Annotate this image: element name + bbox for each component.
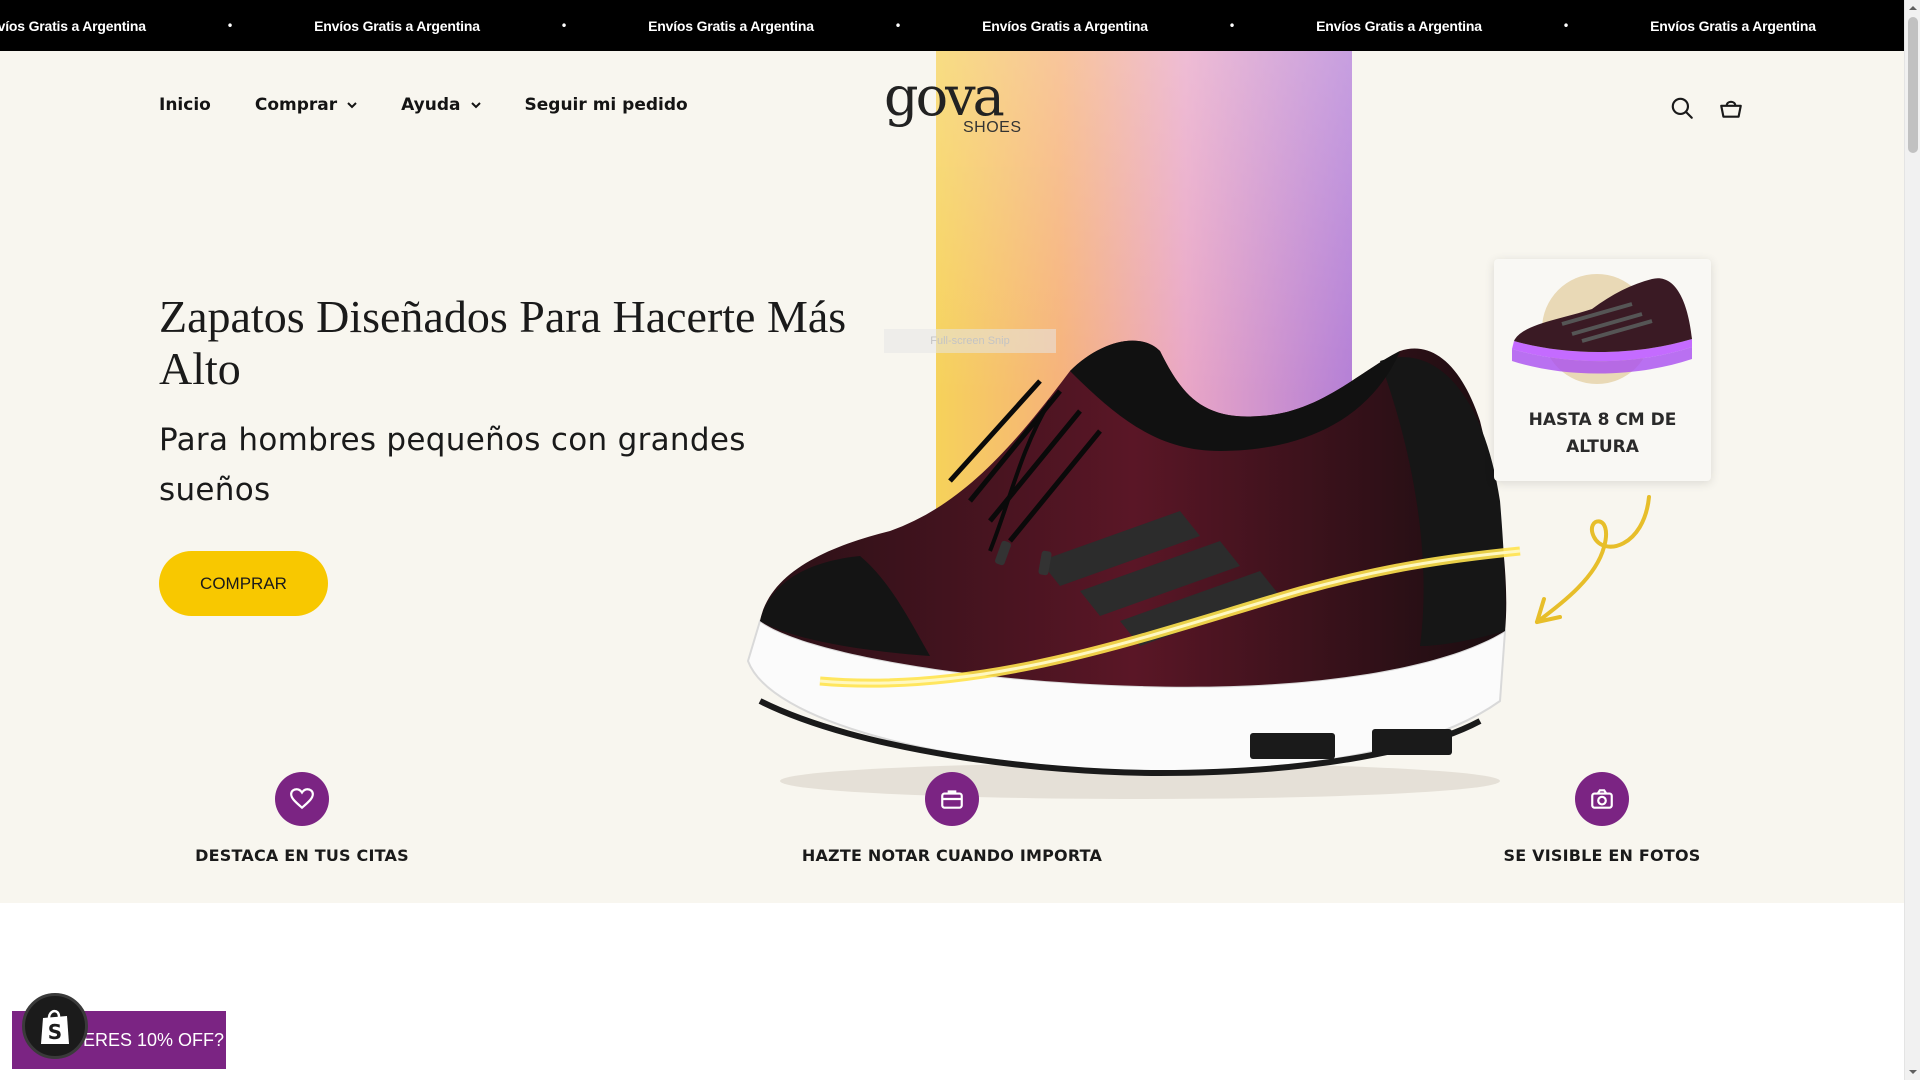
nav-item-label: Inicio xyxy=(159,95,211,115)
announcement-text: Envíos Gratis a Argentina xyxy=(0,17,146,34)
announcement-separator: • xyxy=(1228,18,1236,33)
height-feature-card: HASTA 8 CM DE ALTURA xyxy=(1494,259,1711,481)
nav-item-comprar[interactable]: Comprar xyxy=(255,95,357,115)
nav-item-seguir-pedido[interactable]: Seguir mi pedido xyxy=(525,95,688,115)
feature-dates: DESTACA EN TUS CITAS xyxy=(92,772,512,865)
scrollbar-thumb[interactable] xyxy=(1908,17,1918,153)
hero-subtitle: Para hombres pequeños con grandes sueños xyxy=(159,422,746,508)
announcement-separator: • xyxy=(226,18,234,33)
briefcase-icon xyxy=(925,772,979,826)
nav-item-label: Comprar xyxy=(254,95,338,115)
announcement-separator: • xyxy=(1562,18,1570,33)
hero-section: Inicio Comprar Ayuda Seguir mi pedido go… xyxy=(0,51,1904,903)
announcement-separator: • xyxy=(560,18,568,33)
chevron-down-icon xyxy=(470,102,481,109)
feature-label: DESTACA EN TUS CITAS xyxy=(195,846,409,865)
shopify-bag-icon[interactable]: S xyxy=(22,993,88,1059)
chevron-down-icon xyxy=(347,102,357,109)
announcement-text: Envíos Gratis a Argentina xyxy=(314,17,480,34)
shop-now-button[interactable]: COMPRAR xyxy=(159,551,328,616)
feature-important-moments: HAZTE NOTAR CUANDO IMPORTA xyxy=(742,772,1162,865)
announcement-separator: • xyxy=(894,18,902,33)
svg-text:S: S xyxy=(48,1020,62,1044)
cart-icon[interactable] xyxy=(1718,95,1744,121)
search-icon[interactable] xyxy=(1669,95,1695,121)
feature-photos: SE VISIBLE EN FOTOS xyxy=(1392,772,1812,865)
nav-item-ayuda[interactable]: Ayuda xyxy=(401,95,481,115)
announcement-bar: Envíos Gratis a Argentina • Envíos Gratis… xyxy=(0,0,1904,51)
announcement-track: Envíos Gratis a Argentina • Envíos Gratis… xyxy=(0,0,1818,51)
announcement-text: Envíos Gratis a Argentina xyxy=(648,17,814,34)
screen-snip-overlay: Full-screen Snip xyxy=(884,329,1056,353)
logo-subtitle: SHOES xyxy=(963,119,1022,136)
heart-icon xyxy=(275,772,329,826)
camera-icon xyxy=(1575,772,1629,826)
main-nav: Inicio Comprar Ayuda Seguir mi pedido xyxy=(159,95,732,115)
feature-label: HAZTE NOTAR CUANDO IMPORTA xyxy=(801,846,1103,865)
nav-item-inicio[interactable]: Inicio xyxy=(159,95,211,115)
feature-label: SE VISIBLE EN FOTOS xyxy=(1503,846,1701,865)
next-section xyxy=(0,903,1904,1080)
scroll-down-arrow-icon[interactable] xyxy=(1909,1068,1917,1076)
discount-popup-label: IERES 10% OFF? xyxy=(78,1029,225,1050)
scroll-up-arrow-icon[interactable] xyxy=(1909,4,1917,12)
card-shoe-image xyxy=(1512,274,1692,384)
announcement-text: Envíos Gratis a Argentina xyxy=(1316,17,1482,34)
curved-arrow-icon xyxy=(1535,495,1651,624)
page-scrollbar[interactable] xyxy=(1904,0,1920,1080)
height-feature-label: HASTA 8 CM DE ALTURA xyxy=(1528,410,1677,457)
announcement-text: Envíos Gratis a Argentina xyxy=(1650,17,1816,34)
brand-logo[interactable]: gova SHOES xyxy=(884,65,1024,143)
nav-item-label: Seguir mi pedido xyxy=(524,95,688,115)
nav-item-label: Ayuda xyxy=(401,95,461,115)
hero-shoe-image xyxy=(746,340,1521,799)
announcement-text: Envíos Gratis a Argentina xyxy=(982,17,1148,34)
